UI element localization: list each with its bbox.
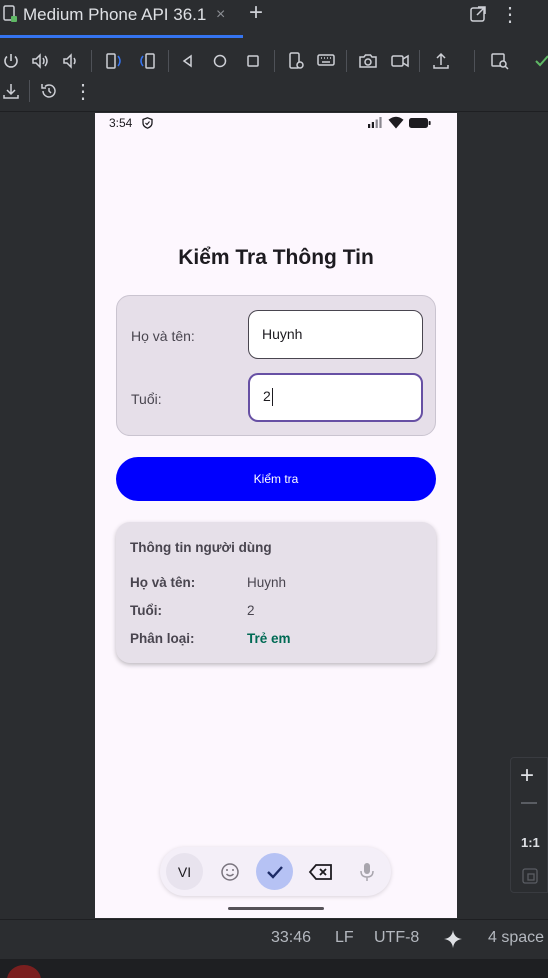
volume-down-icon[interactable] (60, 50, 82, 72)
ide-status-bar: 33:46 LF UTF-8 4 space (0, 919, 548, 959)
gesture-handle[interactable] (228, 907, 324, 910)
age-field[interactable]: 2 (248, 373, 423, 422)
indent-setting[interactable]: 4 space (488, 929, 544, 947)
tab-options-icon[interactable]: ⋮ (500, 2, 520, 27)
age-label: Tuổi: (131, 391, 162, 407)
volume-up-icon[interactable] (29, 50, 51, 72)
rotate-left-icon[interactable] (103, 50, 125, 72)
zoom-in-icon[interactable]: + (520, 763, 534, 789)
name-field-value: Huynh (262, 326, 303, 342)
battery-icon (409, 118, 431, 128)
page-title: Kiểm Tra Thông Tin (178, 246, 374, 269)
power-icon[interactable] (0, 50, 22, 72)
toolbar-separator (474, 50, 475, 72)
signal-icon (368, 117, 382, 128)
toolbar-separator (419, 50, 420, 72)
age-field-content: 2 (263, 388, 273, 407)
toolbar-separator (346, 50, 347, 72)
reset-icon[interactable] (38, 80, 60, 102)
done-button[interactable] (256, 853, 293, 890)
language-button[interactable]: VI (166, 853, 203, 890)
back-icon[interactable] (177, 50, 199, 72)
backspace-icon[interactable] (302, 853, 339, 890)
phone-screen: 3:54 Kiểm Tra Thông Tin Họ và tên: Huynh… (95, 113, 457, 918)
input-form-card: Họ và tên: Huynh Tuổi: 2 (116, 295, 436, 436)
rotate-right-icon[interactable] (136, 50, 158, 72)
check-icon[interactable] (531, 50, 548, 72)
info-name-key: Họ và tên: (130, 575, 196, 590)
check-button[interactable]: Kiểm tra (116, 457, 436, 501)
info-heading: Thông tin người dùng (130, 540, 272, 555)
camera-icon[interactable] (357, 50, 379, 72)
microphone-icon[interactable] (348, 853, 385, 890)
info-age-value: 2 (247, 603, 255, 618)
toolbar-separator (29, 80, 30, 102)
overview-icon[interactable] (242, 50, 264, 72)
tab-medium-phone[interactable]: Medium Phone API 36.1 × (0, 0, 243, 38)
toolbar-separator (274, 50, 275, 72)
text-cursor (271, 388, 273, 407)
toolbar-separator (91, 50, 92, 72)
zoom-fit-icon[interactable] (522, 868, 538, 884)
emulator-toolbar: ⋮ (0, 42, 548, 112)
tab-label: Medium Phone API 36.1 (23, 5, 207, 24)
line-ending[interactable]: LF (335, 929, 354, 947)
active-tab-indicator (0, 35, 243, 38)
record-video-icon[interactable] (389, 50, 411, 72)
info-name-value: Huynh (247, 575, 287, 590)
name-field[interactable]: Huynh (248, 310, 423, 359)
info-age-key: Tuổi: (130, 603, 162, 618)
info-class-value: Trẻ em (247, 631, 291, 646)
upload-icon[interactable] (430, 50, 452, 72)
tab-close-icon[interactable]: × (216, 6, 225, 24)
user-info-card: Thông tin người dùng Họ và tên: Huynh Tu… (116, 522, 436, 663)
shield-icon (142, 117, 153, 129)
add-tab-icon[interactable]: + (249, 0, 263, 26)
ai-sparkle-icon[interactable] (443, 929, 463, 949)
phone-status-bar: 3:54 (95, 113, 457, 135)
caret-position[interactable]: 33:46 (271, 929, 311, 947)
zoom-out-icon[interactable] (521, 802, 537, 804)
toolbar-separator (168, 50, 169, 72)
more-icon[interactable]: ⋮ (73, 79, 93, 104)
status-time: 3:54 (109, 116, 133, 130)
ide-window: { "ide": { "tab_label": "Medium Phone AP… (0, 0, 548, 978)
snapshot-icon[interactable] (489, 50, 511, 72)
device-settings-icon[interactable] (285, 50, 307, 72)
file-encoding[interactable]: UTF-8 (374, 929, 419, 947)
editor-tab-bar: Medium Phone API 36.1 × + ⋮ (0, 0, 548, 38)
open-external-icon[interactable] (468, 4, 488, 24)
keyboard-icon[interactable] (315, 50, 337, 72)
device-icon (3, 5, 17, 22)
name-label: Họ và tên: (131, 328, 195, 344)
emoji-icon[interactable] (211, 853, 248, 890)
check-icon (266, 865, 283, 879)
wifi-icon (388, 116, 404, 129)
info-class-key: Phân loại: (130, 631, 195, 646)
home-icon[interactable] (209, 50, 231, 72)
keyboard-toolbar: VI (160, 847, 391, 896)
zoom-controls: + 1:1 (510, 757, 548, 893)
download-icon[interactable] (0, 80, 22, 102)
taskbar-strip (0, 959, 548, 978)
zoom-actual-size-button[interactable]: 1:1 (521, 835, 540, 850)
age-field-value: 2 (263, 388, 271, 404)
